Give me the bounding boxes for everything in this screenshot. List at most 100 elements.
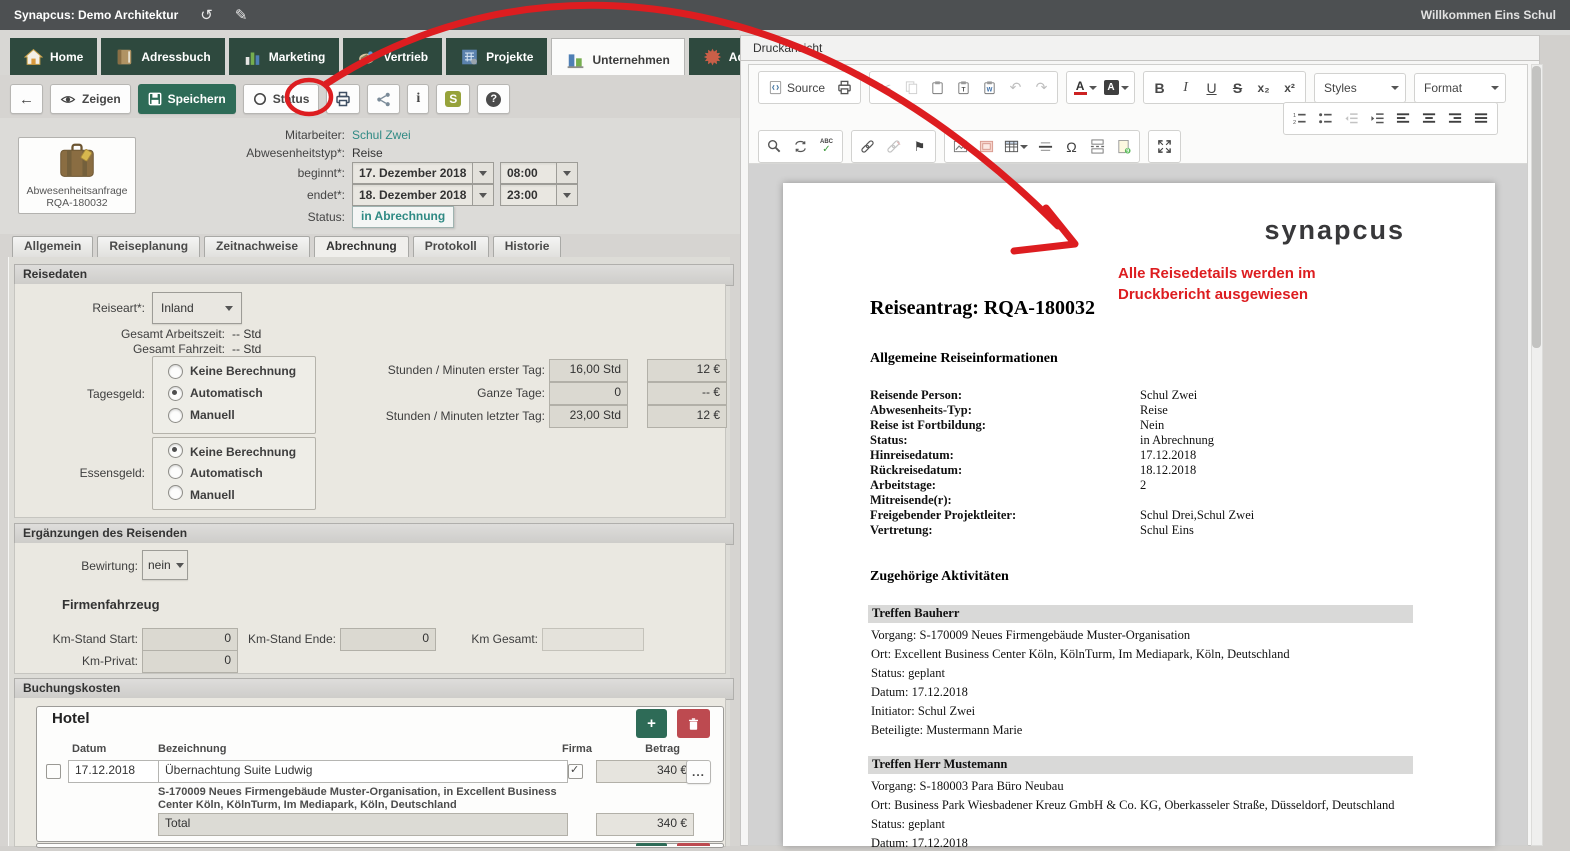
nav-tab-marketing[interactable]: Marketing <box>229 38 340 75</box>
tagesgeld-radio-manuell[interactable] <box>168 408 183 423</box>
chevron-down-icon[interactable] <box>556 185 577 205</box>
editor-print-button[interactable] <box>832 76 857 100</box>
nav-tab-adressbuch[interactable]: Adressbuch <box>101 38 224 75</box>
maximize-icon[interactable] <box>1152 135 1177 159</box>
letzter-tag-std-input[interactable]: 23,00 Std <box>549 405 628 428</box>
text-color-button[interactable]: A <box>1070 76 1100 100</box>
km-privat-input[interactable]: 0 <box>142 650 238 673</box>
row-bezeichnung-input[interactable]: Übernachtung Suite Ludwig <box>158 760 568 783</box>
row-more-button[interactable]: ... <box>686 760 711 784</box>
bullet-list-icon[interactable] <box>1313 107 1338 131</box>
row-betrag-input[interactable]: 340 € <box>596 760 694 783</box>
delete-cost-button[interactable] <box>677 709 710 738</box>
styles-dropdown[interactable]: Styles <box>1314 73 1406 103</box>
special-char-icon[interactable]: Ω <box>1059 135 1084 159</box>
nav-tab-projekte[interactable]: Projekte <box>446 38 547 75</box>
ganze-tage-eur-input[interactable]: -- € <box>647 382 727 405</box>
info-button[interactable]: i <box>407 84 429 114</box>
nav-tab-unternehmen[interactable]: Unternehmen <box>551 38 684 80</box>
spellcheck-icon[interactable]: ABC✓ <box>814 135 839 159</box>
underline-button[interactable]: U <box>1199 76 1224 100</box>
erster-tag-eur-input[interactable]: 12 € <box>647 359 727 382</box>
superscript-button[interactable]: x² <box>1277 76 1302 100</box>
essensgeld-radio-automatisch[interactable] <box>168 464 183 479</box>
row-select-checkbox[interactable] <box>46 764 61 779</box>
essensgeld-radio-manuell[interactable] <box>168 485 183 500</box>
search-icon[interactable] <box>762 135 787 159</box>
speichern-button[interactable]: Speichern <box>138 84 236 114</box>
record-card[interactable]: Abwesenheitsanfrage RQA-180032 <box>18 137 136 214</box>
row-firma-checkbox[interactable] <box>568 764 583 779</box>
paste-word-icon[interactable]: W <box>977 76 1002 100</box>
reiseart-select[interactable]: Inland <box>152 292 242 324</box>
share-button[interactable] <box>367 84 400 114</box>
horizontal-rule-icon[interactable] <box>1033 135 1058 159</box>
bold-button[interactable]: B <box>1147 76 1172 100</box>
align-center-icon[interactable] <box>1417 107 1442 131</box>
chevron-down-icon[interactable] <box>556 163 577 183</box>
tab-abrechnung[interactable]: Abrechnung <box>314 236 409 259</box>
replace-icon[interactable] <box>788 135 813 159</box>
justify-icon[interactable] <box>1469 107 1494 131</box>
row-datum-input[interactable]: 17.12.2018 <box>68 760 166 783</box>
align-left-icon[interactable] <box>1391 107 1416 131</box>
anchor-flag-icon[interactable]: ⚑ <box>907 135 932 159</box>
beginnt-date-select[interactable]: 17. Dezember 2018 <box>352 162 494 184</box>
ganze-tage-input[interactable]: 0 <box>549 382 628 405</box>
template-note-icon[interactable]: 9 <box>1111 135 1136 159</box>
link-icon[interactable] <box>855 135 880 159</box>
history-icon[interactable]: ↺ <box>200 6 213 24</box>
image-icon[interactable] <box>948 135 973 159</box>
subscript-button[interactable]: x₂ <box>1251 76 1276 100</box>
back-button[interactable]: ← <box>10 84 43 114</box>
tab-allgemein[interactable]: Allgemein <box>12 236 93 259</box>
tab-reiseplanung[interactable]: Reiseplanung <box>97 236 200 259</box>
strikethrough-button[interactable]: S <box>1225 76 1250 100</box>
align-right-icon[interactable] <box>1443 107 1468 131</box>
km-stand-start-input[interactable]: 0 <box>142 628 238 651</box>
italic-button[interactable]: I <box>1173 76 1198 100</box>
indent-icon[interactable] <box>1365 107 1390 131</box>
nav-tab-vertrieb[interactable]: Vertrieb <box>343 38 442 75</box>
chevron-down-icon[interactable] <box>472 185 493 205</box>
chevron-down-icon[interactable] <box>472 163 493 183</box>
tagesgeld-radio-automatisch[interactable] <box>168 386 183 401</box>
edit-icon[interactable]: ✎ <box>235 6 248 24</box>
format-dropdown[interactable]: Format <box>1414 73 1506 103</box>
tab-zeitnachweise[interactable]: Zeitnachweise <box>204 236 310 259</box>
placeholder-image-icon[interactable] <box>974 135 999 159</box>
zeigen-button[interactable]: Zeigen <box>50 84 131 114</box>
undo-icon[interactable]: ↶ <box>1003 76 1028 100</box>
tagesgeld-radio-keine[interactable] <box>168 364 183 379</box>
copy-icon[interactable] <box>899 76 924 100</box>
page-break-icon[interactable] <box>1085 135 1110 159</box>
tab-protokoll[interactable]: Protokoll <box>413 236 489 259</box>
redo-icon[interactable]: ↷ <box>1029 76 1054 100</box>
endet-time-select[interactable]: 23:00 <box>500 184 578 206</box>
outdent-icon[interactable] <box>1339 107 1364 131</box>
add-cost-button[interactable]: + <box>636 709 667 738</box>
mitarbeiter-value[interactable]: Schul Zwei <box>352 128 411 142</box>
status-button[interactable]: Status <box>243 84 320 114</box>
paste-icon[interactable] <box>925 76 950 100</box>
km-stand-ende-input[interactable]: 0 <box>340 628 436 651</box>
source-button[interactable]: Source <box>762 76 831 100</box>
nav-tab-home[interactable]: Home <box>10 38 97 75</box>
print-button[interactable] <box>326 84 360 114</box>
synapcus-app-button[interactable]: S <box>436 84 470 114</box>
bewirtung-select[interactable]: nein <box>142 550 188 580</box>
tab-historie[interactable]: Historie <box>493 236 562 259</box>
erster-tag-std-input[interactable]: 16,00 Std <box>549 359 628 382</box>
paste-text-icon[interactable]: T <box>951 76 976 100</box>
letzter-tag-eur-input[interactable]: 12 € <box>647 405 727 428</box>
endet-date-select[interactable]: 18. Dezember 2018 <box>352 184 494 206</box>
preview-scrollbar-thumb[interactable] <box>1532 66 1541 348</box>
table-icon[interactable] <box>1000 135 1032 159</box>
beginnt-time-select[interactable]: 08:00 <box>500 162 578 184</box>
numbered-list-icon[interactable]: 12 <box>1287 107 1312 131</box>
essensgeld-radio-keine[interactable] <box>168 443 183 458</box>
bg-color-button[interactable]: A <box>1101 76 1131 100</box>
unlink-icon[interactable] <box>881 135 906 159</box>
cut-icon[interactable]: ✂ <box>873 76 898 100</box>
help-button[interactable]: ? <box>477 84 510 114</box>
